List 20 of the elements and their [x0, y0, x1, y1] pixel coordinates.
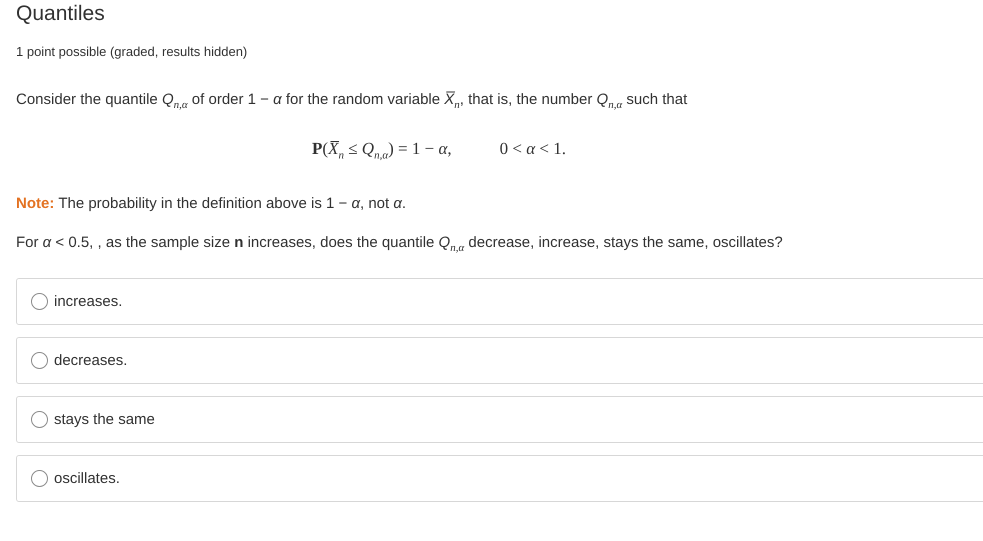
note-text: The probability in the definition above is 1 − α, not α. — [58, 195, 406, 212]
problem-title: Quantiles — [16, 2, 105, 26]
radio-button[interactable] — [31, 470, 48, 488]
note-label: Note: — [16, 195, 54, 212]
probability-formula: P(X̅$_{n}$ ≤ Q$_{n,α}$) = 1 − α, — [312, 139, 452, 162]
intro-text: Consider the quantile Q$_{n,α}$ of order 1 − α for the random variable X̅$_{n}$, that is, the number Q$_{n,α}$ such that — [16, 91, 688, 111]
answer-option[interactable]: decreases. — [16, 337, 983, 384]
question-text: For α < 0.5, , as the sample size n increases, does the quantile Q$_{n,α}$ decrease, increase, stays the same, oscillates? — [16, 234, 783, 254]
alpha-condition: 0 < α < 1. — [500, 139, 566, 160]
option-label: increases. — [54, 293, 122, 310]
option-label: decreases. — [54, 352, 128, 370]
answer-option[interactable]: increases. — [16, 278, 983, 326]
radio-button[interactable] — [31, 352, 48, 370]
option-label: stays the same — [54, 411, 155, 428]
answer-option[interactable]: stays the same — [16, 396, 983, 444]
radio-button[interactable] — [31, 293, 48, 310]
points-info: 1 point possible (graded, results hidden) — [16, 44, 248, 59]
radio-button[interactable] — [31, 411, 48, 428]
option-label: oscillates. — [54, 470, 120, 488]
answer-option[interactable]: oscillates. — [16, 455, 983, 502]
